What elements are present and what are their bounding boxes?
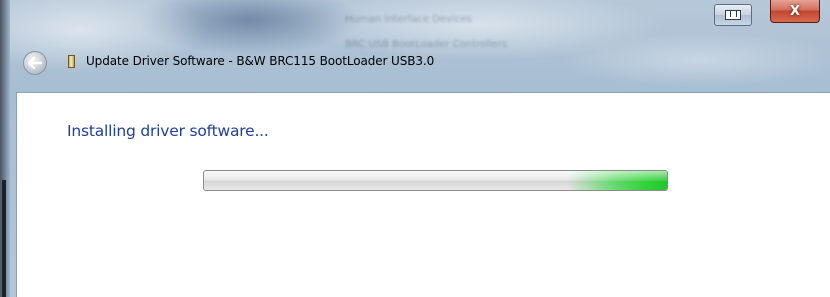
back-arrow-icon (28, 57, 42, 69)
wizard-content: Installing driver software... (16, 92, 830, 297)
progress-bar (203, 170, 668, 191)
background-blur-text: Human Interface Devices (345, 14, 472, 25)
driver-icon (68, 55, 75, 68)
caption-buttons: X (714, 0, 820, 26)
restore-button[interactable] (714, 4, 752, 26)
restore-icon (725, 10, 741, 20)
back-button[interactable] (23, 51, 47, 75)
close-icon: X (789, 3, 801, 19)
window-title: Update Driver Software - B&W BRC115 Boot… (86, 54, 435, 68)
wizard-window: Human Interface Devices BRC USB BootLoad… (0, 0, 830, 297)
window-left-edge (0, 0, 10, 297)
progress-shine (204, 171, 667, 181)
status-heading: Installing driver software... (67, 122, 269, 140)
background-blur-text: BRC USB BootLoader Controllers (345, 39, 508, 50)
close-button[interactable]: X (770, 0, 820, 23)
